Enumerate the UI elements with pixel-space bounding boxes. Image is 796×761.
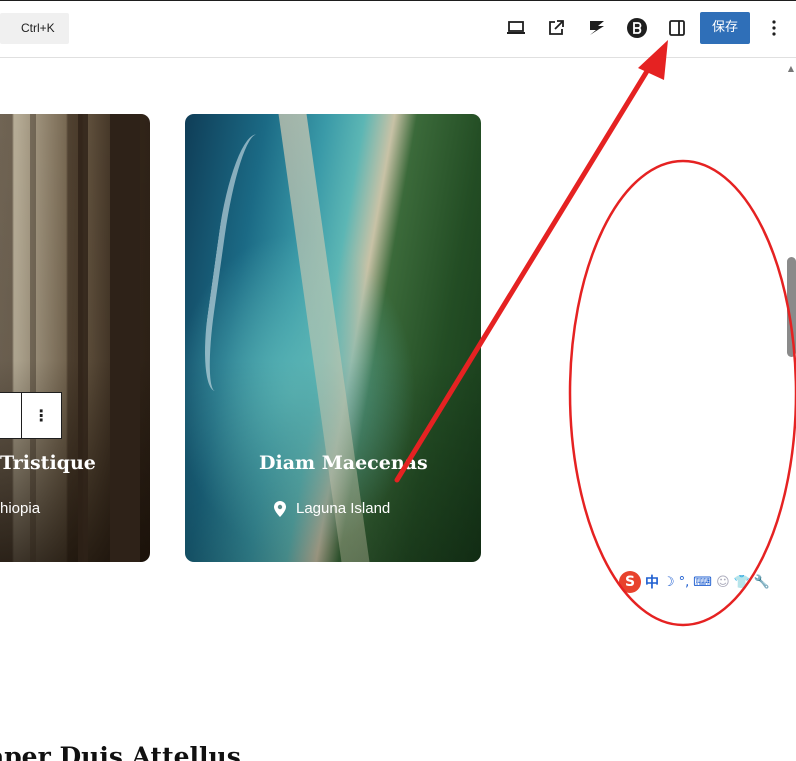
card-title: Diam Maecenas bbox=[259, 452, 428, 474]
command-shortcut-label: Ctrl+K bbox=[21, 21, 55, 35]
sidebar-panel-icon bbox=[669, 20, 685, 36]
scroll-thumb[interactable] bbox=[787, 257, 796, 357]
post-card[interactable]: Diam Maecenas Laguna Island bbox=[185, 114, 481, 562]
canvas-scrollbar[interactable]: ▲ bbox=[786, 59, 796, 761]
location-pin-icon bbox=[274, 501, 286, 517]
b-circle-icon bbox=[627, 18, 647, 38]
keyboard-icon[interactable]: ⌨ bbox=[693, 575, 712, 590]
ime-language-toggle[interactable]: 中 bbox=[645, 572, 659, 592]
card-image-trunk bbox=[30, 114, 36, 562]
punctuation-icon[interactable]: °, bbox=[679, 575, 690, 590]
stackable-logo-icon bbox=[590, 21, 604, 35]
card-location: hiopia bbox=[0, 500, 41, 517]
section-heading: aper Duis Attellus bbox=[0, 742, 241, 761]
stackable-plugin-button[interactable] bbox=[584, 15, 610, 41]
sogou-logo-icon[interactable]: S bbox=[619, 571, 641, 593]
editor-canvas[interactable]: Tristique hiopia ⋮ Diam Maecenas Laguna … bbox=[0, 59, 786, 761]
save-button[interactable]: 保存 bbox=[700, 12, 750, 44]
editor-toolbar: Ctrl+K 保存 bbox=[0, 0, 796, 58]
wrench-icon[interactable]: 🔧 bbox=[754, 575, 770, 590]
ime-toolbar: S 中 ☽ °, ⌨ ☺ 👕 🔧 bbox=[617, 570, 796, 594]
block-toolbar-button[interactable] bbox=[0, 393, 22, 438]
blocks-plugin-button[interactable] bbox=[624, 15, 650, 41]
external-link-icon bbox=[549, 20, 564, 35]
options-menu-button[interactable] bbox=[762, 15, 786, 41]
post-card[interactable]: Tristique hiopia bbox=[0, 114, 150, 562]
card-image-trunk bbox=[78, 114, 88, 562]
laptop-icon bbox=[507, 21, 525, 34]
vertical-ellipsis-icon bbox=[772, 20, 776, 36]
skin-shirt-icon[interactable]: 👕 bbox=[734, 575, 750, 590]
moon-icon[interactable]: ☽ bbox=[663, 575, 675, 590]
command-palette-button[interactable]: Ctrl+K bbox=[0, 13, 69, 44]
scroll-up-arrow[interactable]: ▲ bbox=[786, 64, 796, 74]
block-options-icon: ⋮ bbox=[33, 406, 50, 425]
card-image-trunk bbox=[110, 114, 140, 562]
card-location: Laguna Island bbox=[296, 500, 391, 517]
card-title: Tristique bbox=[0, 452, 96, 474]
card-image-waves bbox=[197, 131, 293, 397]
block-toolbar: ⋮ bbox=[0, 392, 62, 439]
view-page-button[interactable] bbox=[543, 15, 569, 41]
card-image-beach bbox=[278, 114, 370, 562]
settings-sidebar-toggle[interactable] bbox=[664, 15, 690, 41]
user-icon[interactable]: ☺ bbox=[716, 575, 730, 590]
preview-device-button[interactable] bbox=[503, 15, 529, 41]
block-options-button[interactable]: ⋮ bbox=[22, 393, 62, 438]
